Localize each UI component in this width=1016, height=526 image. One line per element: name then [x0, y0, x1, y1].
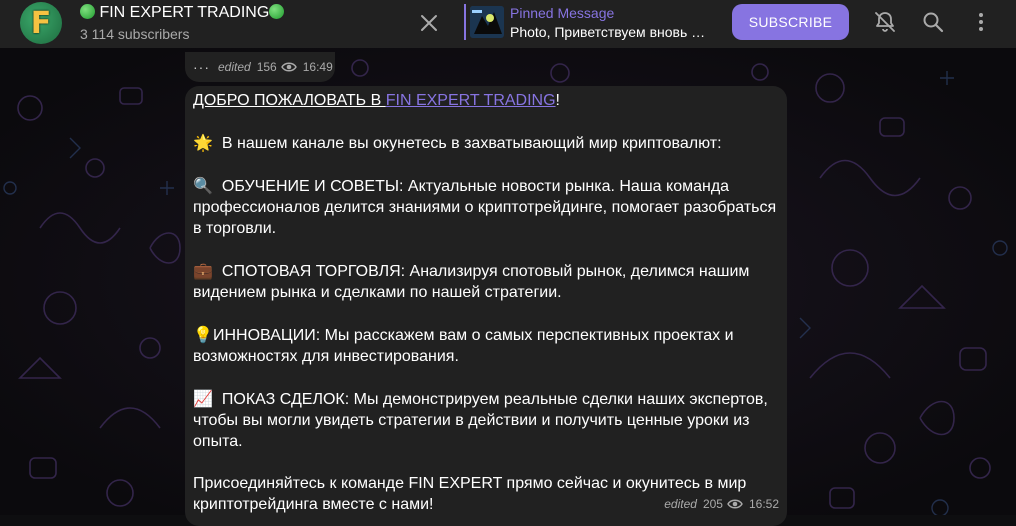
- search-icon[interactable]: [921, 10, 945, 34]
- more-icon[interactable]: ···: [193, 59, 210, 75]
- channel-title-text: FIN EXPERT TRADING: [99, 4, 270, 21]
- briefcase-icon: 💼: [193, 261, 213, 280]
- message-time: 16:52: [748, 497, 779, 511]
- magnifier-icon: 🔍: [193, 176, 213, 195]
- view-count: 156: [256, 60, 277, 74]
- channel-link[interactable]: FIN EXPERT TRADING: [386, 92, 556, 109]
- avatar-letter: F: [30, 5, 52, 41]
- spot-text: СПОТОВАЯ ТОРГОВЛЯ: Анализируя спотовый р…: [193, 263, 750, 301]
- green-circle-icon: [269, 4, 285, 19]
- edited-label: edited: [664, 497, 697, 511]
- subscriber-count: 3 114 subscribers: [80, 26, 190, 42]
- channel-title: FIN EXPERT TRADING: [80, 3, 285, 23]
- channel-info[interactable]: FIN EXPERT TRADING 3 114 subscribers: [80, 3, 285, 43]
- view-count: 205: [702, 497, 723, 511]
- star-icon: 🌟: [193, 133, 213, 152]
- intro-text: В нашем канале вы окунетесь в захватываю…: [221, 135, 722, 152]
- close-icon[interactable]: [418, 12, 440, 34]
- pinned-message[interactable]: Pinned Message Photo, Приветствуем вновь…: [464, 4, 714, 40]
- channel-avatar[interactable]: F: [20, 2, 62, 44]
- message-bubble[interactable]: ДОБРО ПОЖАЛОВАТЬ В FIN EXPERT TRADING! 🌟…: [185, 86, 787, 526]
- paragraph-innovations: 💡ИННОВАЦИИ: Мы расскажем вам о самых пер…: [193, 324, 779, 367]
- paragraph-deals: 📈 ПОКАЗ СДЕЛОК: Мы демонстрируем реальны…: [193, 388, 779, 452]
- innovations-text: ИННОВАЦИИ: Мы расскажем вам о самых перс…: [193, 327, 734, 365]
- message-text: ДОБРО ПОЖАЛОВАТЬ В FIN EXPERT TRADING! 🌟…: [193, 90, 779, 515]
- paragraph-spot-trading: 💼 СПОТОВАЯ ТОРГОВЛЯ: Анализируя спотовый…: [193, 260, 779, 303]
- message-time: 16:49: [302, 60, 333, 74]
- subscribe-button[interactable]: SUBSCRIBE: [732, 4, 849, 40]
- education-text: ОБУЧЕНИЕ И СОВЕТЫ: Актуальные новости ры…: [193, 178, 777, 237]
- eye-icon: [727, 499, 743, 509]
- pinned-label: Pinned Message: [510, 5, 615, 21]
- chart-up-icon: 📈: [193, 389, 213, 408]
- previous-message-footer: ··· edited 156 16:49: [185, 52, 335, 82]
- heading-suffix: !: [555, 92, 560, 109]
- bell-off-icon[interactable]: [873, 10, 897, 34]
- pinned-photo-icon: [470, 6, 504, 38]
- pinned-preview: Photo, Приветствуем вновь …: [510, 24, 706, 40]
- green-circle-icon: [80, 4, 95, 19]
- chat-header: F FIN EXPERT TRADING 3 114 subscribers P…: [0, 0, 1016, 48]
- more-vert-icon[interactable]: [969, 10, 993, 34]
- edited-label: edited: [218, 60, 251, 74]
- paragraph-education: 🔍 ОБУЧЕНИЕ И СОВЕТЫ: Актуальные новости …: [193, 175, 779, 239]
- heading-prefix: ДОБРО ПОЖАЛОВАТЬ В: [193, 92, 386, 109]
- lightbulb-icon: 💡: [193, 325, 213, 344]
- deals-text: ПОКАЗ СДЕЛОК: Мы демонстрируем реальные …: [193, 391, 768, 450]
- message-heading: ДОБРО ПОЖАЛОВАТЬ В FIN EXPERT TRADING!: [193, 90, 779, 111]
- pinned-thumbnail: [470, 6, 504, 38]
- message-footer: edited 205 16:52: [664, 497, 779, 511]
- paragraph-intro: 🌟 В нашем канале вы окунетесь в захватыв…: [193, 132, 779, 154]
- eye-icon: [280, 62, 297, 72]
